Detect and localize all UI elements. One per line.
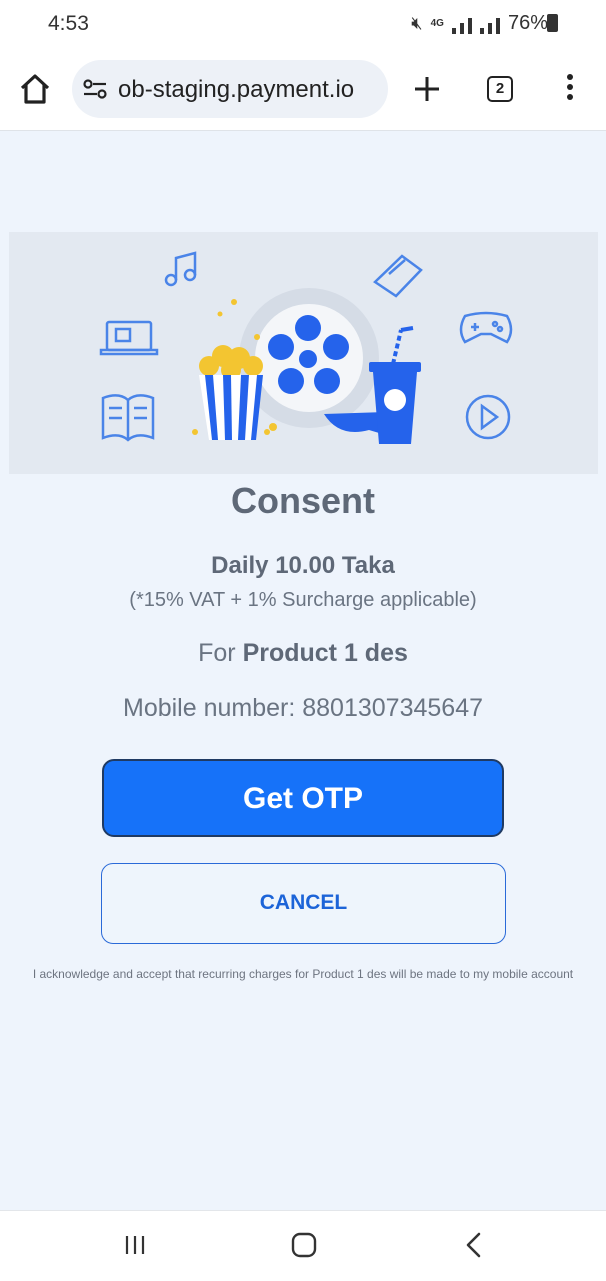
battery-percent: 76% [507, 12, 548, 34]
cancel-button[interactable]: CANCEL [101, 863, 506, 944]
back-icon[interactable] [464, 1231, 484, 1259]
home-icon[interactable] [18, 72, 52, 106]
mobile-line: Mobile number: 8801307345647 [0, 694, 606, 723]
signal-icon [451, 14, 472, 34]
site-settings-icon[interactable] [82, 77, 108, 101]
mobile-label: Mobile number: [123, 694, 303, 722]
banner-illustration [9, 232, 598, 474]
product-prefix: For [198, 639, 243, 667]
book-icon [101, 394, 155, 442]
network-label: 4G [430, 18, 444, 29]
play-circle-icon [465, 394, 511, 440]
product-line: For Product 1 des [0, 639, 606, 668]
browser-toolbar: ob-staging.payment.io 2 [0, 48, 606, 131]
price-text: Daily 10.00 Taka [211, 552, 395, 579]
vat-note: (*15% VAT + 1% Surcharge applicable) [129, 589, 477, 611]
laptop-icon [99, 320, 159, 356]
mobile-number: 8801307345647 [302, 694, 483, 722]
address-bar[interactable]: ob-staging.payment.io [72, 60, 388, 118]
recents-icon[interactable] [123, 1233, 147, 1257]
status-time: 4:53 [48, 12, 89, 35]
signal-icon-2 [479, 14, 500, 34]
get-otp-button[interactable]: Get OTP [102, 759, 504, 837]
plus-icon[interactable] [410, 72, 444, 106]
status-indicators: 🔇︎ 4G 76% [411, 12, 548, 35]
home-nav-icon[interactable] [291, 1232, 317, 1258]
music-note-icon [164, 251, 197, 287]
more-vert-icon[interactable] [562, 74, 578, 104]
mute-icon: 🔇︎ [411, 13, 423, 33]
battery-icon [547, 14, 558, 32]
consent-title: Consent [231, 480, 375, 521]
status-bar: 4:53 🔇︎ 4G 76% [0, 0, 606, 48]
tabs-icon[interactable]: 2 [487, 76, 513, 102]
ticket-icon [373, 254, 423, 298]
acknowledgement-text: I acknowledge and accept that recurring … [32, 967, 574, 981]
gamepad-icon [459, 311, 513, 344]
url-text: ob-staging.payment.io [118, 76, 355, 103]
product-name: Product 1 des [242, 639, 408, 667]
system-nav-bar [0, 1210, 606, 1281]
